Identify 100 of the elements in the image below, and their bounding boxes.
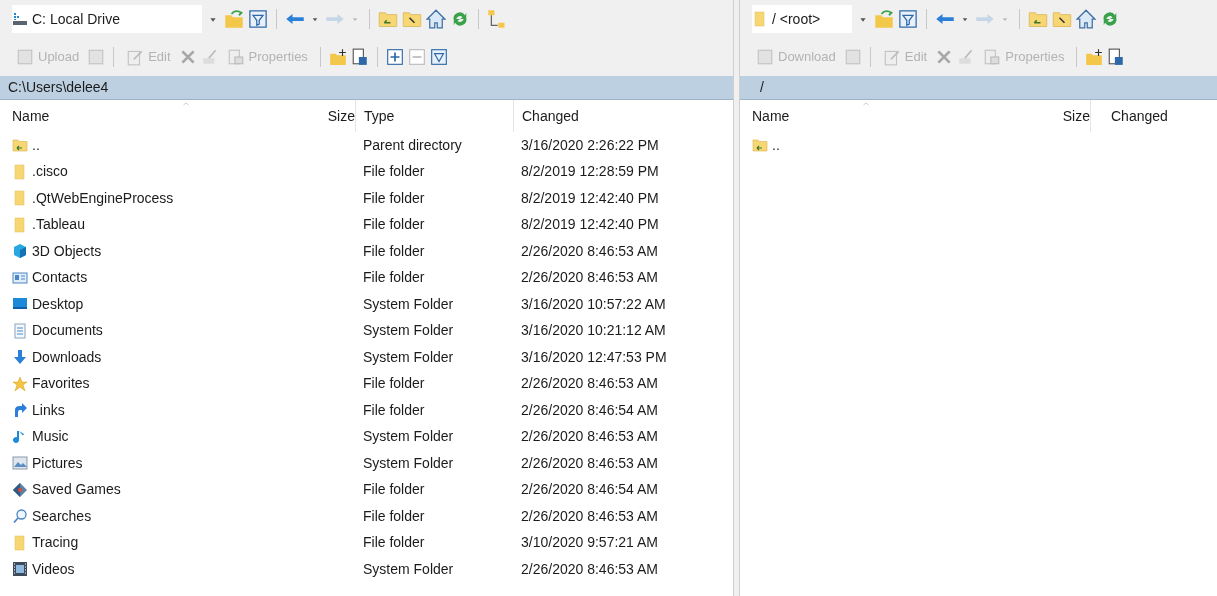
home-icon[interactable]: [426, 9, 446, 29]
cell-text: System Folder: [363, 453, 454, 473]
cell-text: File folder: [363, 241, 425, 261]
file-row[interactable]: Tracing File folder 3/10/2020 9:57:21 AM: [8, 529, 733, 556]
plus-icon[interactable]: [385, 48, 404, 66]
root-folder-icon[interactable]: [402, 9, 422, 29]
download-arrow-icon: [12, 349, 28, 366]
file-row[interactable]: Downloads System Folder 3/16/2020 12:47:53 PM: [8, 344, 733, 371]
cell-text: 8/2/2019 12:42:40 PM: [521, 188, 659, 208]
file-row[interactable]: .cisco File folder 8/2/2019 12:28:59 PM: [8, 158, 733, 185]
cell-text: Saved Games: [32, 480, 121, 500]
file-row[interactable]: 3D Objects File folder 2/26/2020 8:46:53 AM: [8, 238, 733, 265]
column-header[interactable]: Name: [8, 100, 313, 132]
file-row[interactable]: Desktop System Folder 3/16/2020 10:57:22 AM: [8, 291, 733, 318]
cell-text: System Folder: [363, 321, 454, 341]
file-row[interactable]: Favorites File folder 2/26/2020 8:46:53 AM: [8, 370, 733, 397]
folder-icon: [12, 534, 28, 551]
cell-text: 2/26/2020 8:46:53 AM: [521, 506, 658, 526]
cell-text: Downloads: [32, 347, 102, 367]
file-row[interactable]: Music System Folder 2/26/2020 8:46:53 AM: [8, 423, 733, 450]
film-icon: [12, 561, 28, 578]
cell-text: 2/26/2020 8:46:53 AM: [521, 427, 658, 447]
new-file-icon[interactable]: [1107, 48, 1126, 66]
folder-icon: [12, 190, 28, 207]
document-icon: [12, 322, 28, 339]
cell-text: Links: [32, 400, 65, 420]
open-folder-icon[interactable]: [874, 9, 894, 29]
cell-text: 3/16/2020 10:57:22 AM: [521, 294, 666, 314]
file-row[interactable]: Saved Games File folder 2/26/2020 8:46:54 AM: [8, 476, 733, 503]
column-header[interactable]: Size: [313, 100, 355, 132]
filter-icon[interactable]: [429, 48, 448, 66]
file-row[interactable]: Contacts File folder 2/26/2020 8:46:53 AM: [8, 264, 733, 291]
new-folder-icon[interactable]: [328, 48, 347, 66]
file-row[interactable]: Searches File folder 2/26/2020 8:46:53 AM: [8, 503, 733, 530]
cell-text: File folder: [363, 162, 425, 182]
file-row[interactable]: Links File folder 2/26/2020 8:46:54 AM: [8, 397, 733, 424]
open-folder-icon[interactable]: [224, 9, 244, 29]
file-row[interactable]: .Tableau File folder 8/2/2019 12:42:40 PM: [8, 211, 733, 238]
cell-text: File folder: [363, 188, 425, 208]
cell-text: Videos: [32, 559, 75, 579]
picture-frame-icon: [12, 455, 28, 472]
game-piece-icon: [12, 481, 28, 498]
file-row[interactable]: Videos System Folder 2/26/2020 8:46:53 AM: [8, 556, 733, 583]
column-header[interactable]: Type: [355, 100, 513, 132]
column-header[interactable]: Changed: [1090, 100, 1217, 132]
cell-text: ..: [772, 135, 780, 155]
cell-text: File folder: [363, 215, 425, 235]
cell-text: 2/26/2020 8:46:53 AM: [521, 268, 658, 288]
home-icon[interactable]: [1076, 9, 1096, 29]
file-row[interactable]: Documents System Folder 3/16/2020 10:21:12 AM: [8, 317, 733, 344]
star-icon: [12, 375, 28, 392]
cell-text: System Folder: [363, 427, 454, 447]
drive-dropdown[interactable]: C: Local Drive: [12, 5, 202, 33]
new-folder-icon[interactable]: [1085, 48, 1104, 66]
folder-icon: [752, 11, 768, 27]
cell-text: 2/26/2020 8:46:53 AM: [521, 241, 658, 261]
column-header[interactable]: Changed: [513, 100, 711, 132]
cell-text: System Folder: [363, 559, 454, 579]
file-row[interactable]: ..: [748, 132, 1217, 159]
filter-icon[interactable]: [898, 9, 918, 29]
cube-icon: [12, 243, 28, 260]
tree-icon[interactable]: [487, 9, 507, 29]
cell-text: 3/16/2020 2:26:22 PM: [521, 135, 659, 155]
file-row[interactable]: .. Parent directory 3/16/2020 2:26:22 PM: [8, 132, 733, 159]
cell-text: 2/26/2020 8:46:53 AM: [521, 559, 658, 579]
drive-dropdown[interactable]: / <root>: [752, 5, 852, 33]
cell-text: 3/16/2020 10:21:12 AM: [521, 321, 666, 341]
cell-text: ..: [32, 135, 40, 155]
cell-text: Contacts: [32, 268, 88, 288]
cell-text: Music: [32, 427, 69, 447]
cell-text: 3/16/2020 12:47:53 PM: [521, 347, 667, 367]
drive-icon: [12, 11, 28, 27]
filter-icon[interactable]: [248, 9, 268, 29]
cell-text: Searches: [32, 506, 92, 526]
cell-text: 2/26/2020 8:46:53 AM: [521, 453, 658, 473]
link-arrow-icon: [12, 402, 28, 419]
cell-text: Favorites: [32, 374, 90, 394]
file-row[interactable]: Pictures System Folder 2/26/2020 8:46:53 AM: [8, 450, 733, 477]
cell-text: File folder: [363, 533, 425, 553]
cell-text: 2/26/2020 8:46:53 AM: [521, 374, 658, 394]
cell-text: Documents: [32, 321, 103, 341]
folder-up-icon: [752, 137, 768, 154]
file-row[interactable]: .QtWebEngineProcess File folder 8/2/2019 12:42:40 PM: [8, 185, 733, 212]
cell-text: System Folder: [363, 294, 454, 314]
cell-text: 3/10/2020 9:57:21 AM: [521, 533, 658, 553]
path-text: /: [759, 78, 764, 97]
cell-text: File folder: [363, 268, 425, 288]
cell-text: 2/26/2020 8:46:54 AM: [521, 480, 658, 500]
edit-icon: [882, 48, 901, 66]
properties-icon: [983, 48, 1002, 66]
root-folder-icon[interactable]: [1052, 9, 1072, 29]
cell-text: 8/2/2019 12:28:59 PM: [521, 162, 659, 182]
cell-text: File folder: [363, 480, 425, 500]
cell-text: Tracing: [32, 533, 79, 553]
column-header[interactable]: Name: [748, 100, 978, 132]
properties-icon: [226, 48, 245, 66]
new-file-icon[interactable]: [350, 48, 369, 66]
parent-folder-icon[interactable]: [378, 9, 398, 29]
parent-folder-icon[interactable]: [1028, 9, 1048, 29]
column-header[interactable]: Size: [978, 100, 1090, 132]
